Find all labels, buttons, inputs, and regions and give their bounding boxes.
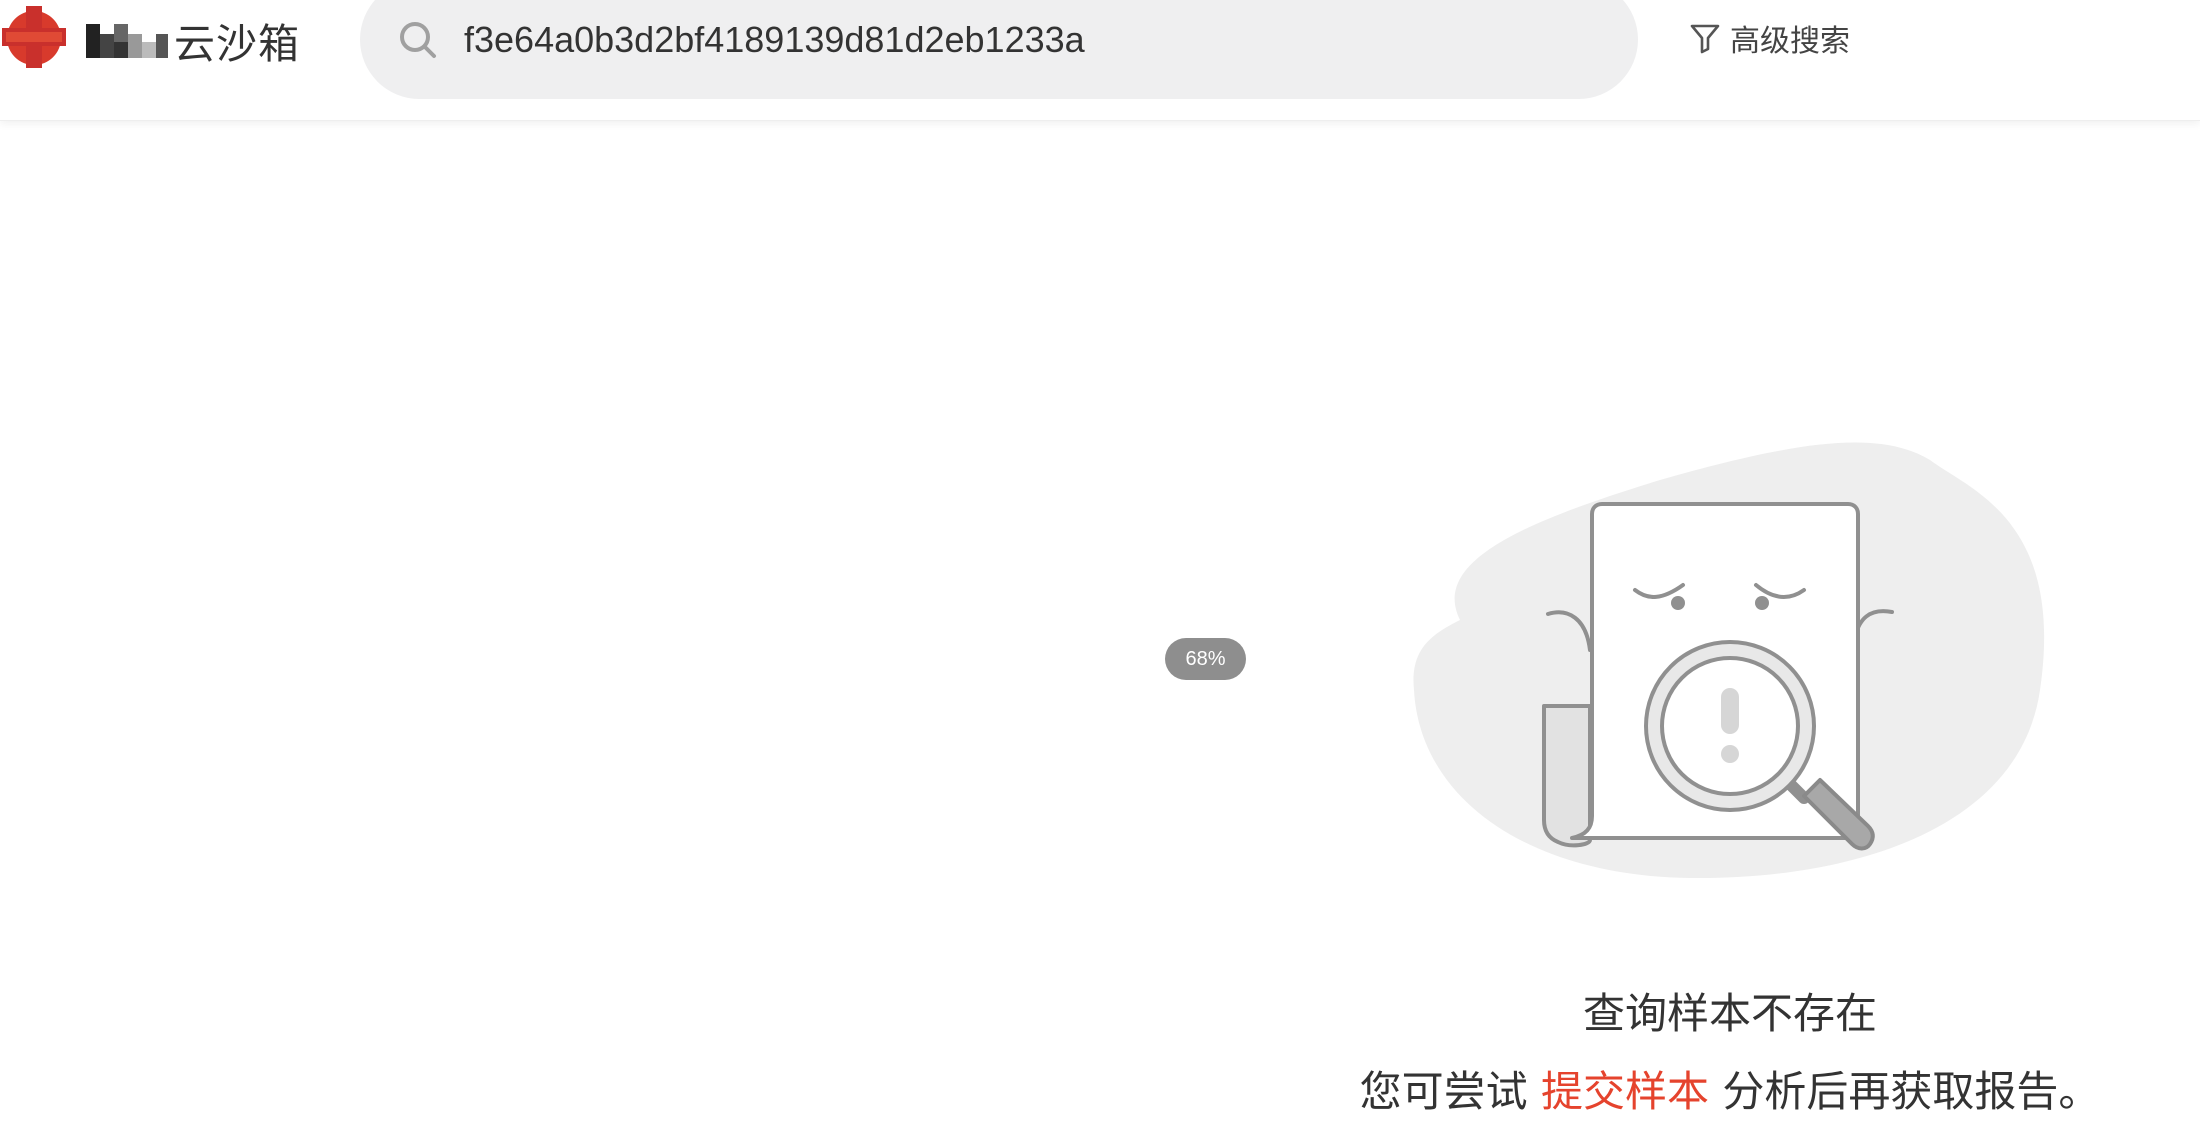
empty-state-title: 查询样本不存在 [1582,989,1877,1038]
filter-icon [1690,24,1720,54]
illustration-exclamation-dot [1721,745,1739,763]
empty-state-hint: 您可尝试 提交样本 分析后再获取报告。 [1300,1058,2160,1119]
search-icon[interactable] [396,18,440,62]
red-cross-logo-icon [2,6,66,68]
document-magnifier-not-found-illustration [1413,442,2045,879]
advanced-search-label: 高级搜索 [1730,24,1850,59]
zoom-level-badge: 68% [1165,638,1246,680]
logo-text: 云沙箱 [174,20,300,68]
illustration-right-eye [1755,596,1769,610]
hint-suffix: 分析后再获取报告。 [1722,1067,2101,1116]
search-bar[interactable] [360,0,1638,99]
illustration-left-eye [1671,596,1685,610]
submit-sample-link[interactable]: 提交样本 [1541,1067,1709,1116]
illustration-exclamation-bar [1721,688,1739,734]
hint-prefix: 您可尝试 [1359,1067,1528,1116]
advanced-search-button[interactable]: 高级搜索 [1688,16,1850,60]
top-header: 云沙箱 高级搜索 [0,0,2200,121]
search-input[interactable] [464,20,1564,60]
pixelated-brand-mark [86,24,168,58]
illustration-roll [1542,704,1592,848]
